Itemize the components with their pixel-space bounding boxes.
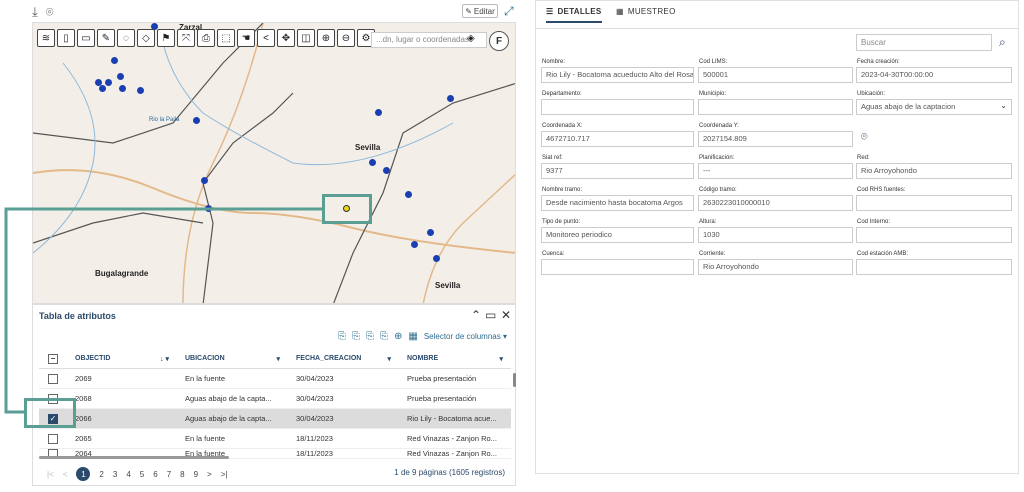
page-button[interactable]: 2 <box>99 470 103 479</box>
fullscreen-icon[interactable]: ⤢ <box>504 4 514 19</box>
erase-icon[interactable]: ◇ <box>137 29 155 47</box>
draw-icon[interactable]: ✎ <box>97 29 115 47</box>
collapse-icon[interactable]: ⌃ <box>471 308 481 322</box>
prev-page-icon[interactable]: < <box>63 470 68 479</box>
cod-lims-field[interactable]: 500001 <box>698 67 853 83</box>
page-button[interactable]: 5 <box>140 470 144 479</box>
export-pdf-icon[interactable]: ⎘ <box>380 331 388 342</box>
ruler-icon[interactable]: ▭ <box>77 29 95 47</box>
route-icon[interactable]: ⤧ <box>177 29 195 47</box>
maximize-icon[interactable]: ▭ <box>485 308 496 322</box>
tab-bar: ☰ DETALLES ▦ MUESTREO <box>536 1 1018 29</box>
highlight-connector <box>4 207 322 414</box>
cuenca-field[interactable] <box>541 259 694 275</box>
red-field[interactable]: Rio Arroyohondo <box>856 163 1012 179</box>
departamento-field[interactable] <box>541 99 694 115</box>
station-marker[interactable] <box>375 109 382 116</box>
edit-button[interactable]: ✎ Editar <box>462 4 498 18</box>
vertical-scrollbar[interactable] <box>513 373 516 387</box>
planificacion-field[interactable]: --- <box>698 163 853 179</box>
nombre-tramo-field[interactable]: Desde nacimiento hasta bocatoma Argos <box>541 195 694 211</box>
close-icon[interactable]: ✕ <box>501 308 511 322</box>
details-search-input[interactable]: Buscar <box>856 34 992 51</box>
search-icon[interactable]: ⌕ <box>999 35 1006 50</box>
ubicacion-select[interactable]: Aguas abajo de la captacion ⌄ <box>856 99 1012 115</box>
table-row[interactable]: 2065 En la fuente 18/11/2023 Red Vinazas… <box>39 429 511 449</box>
tab-detalles[interactable]: ☰ DETALLES <box>546 7 602 23</box>
place-label: Sevilla <box>435 281 461 290</box>
tipo-punto-field[interactable]: Monitoreo periodico <box>541 227 694 243</box>
altura-field[interactable]: 1030 <box>698 227 853 243</box>
details-panel: ☰ DETALLES ▦ MUESTREO Buscar ⌕ Nombre: R… <box>535 0 1019 474</box>
page-button[interactable]: 4 <box>126 470 130 479</box>
page-info: 1 de 9 páginas (1605 registros) <box>394 468 505 477</box>
f-button[interactable]: F <box>489 31 509 51</box>
zoom-out-icon[interactable]: ⊖ <box>337 29 355 47</box>
corriente-field[interactable]: Rio Arroyohondo <box>698 259 853 275</box>
coordenada-y-field[interactable]: 2027154.809 <box>698 131 853 147</box>
eye-icon[interactable]: ◈ <box>467 33 475 44</box>
cod-estacion-amb-field[interactable] <box>856 259 1012 275</box>
page-button[interactable]: 7 <box>167 470 171 479</box>
legend-icon[interactable]: ▯ <box>57 29 75 47</box>
station-marker[interactable] <box>411 241 418 248</box>
page-button-active[interactable]: 1 <box>76 467 91 481</box>
export-csv-icon[interactable]: ⎘ <box>352 331 360 342</box>
location-pin-icon[interactable]: ⌾ <box>861 131 868 144</box>
place-label: Sevilla <box>355 143 381 152</box>
horizontal-scrollbar[interactable] <box>39 456 229 459</box>
page-button[interactable]: 8 <box>180 470 184 479</box>
fecha-creacion-field[interactable]: 2023-04-30T00:00:00 <box>856 67 1012 83</box>
page-button[interactable]: 6 <box>153 470 157 479</box>
move-icon[interactable]: ✥ <box>277 29 295 47</box>
back-icon[interactable]: < <box>257 29 275 47</box>
zoom-to-icon[interactable]: ⊕ <box>394 331 402 342</box>
station-marker[interactable] <box>433 255 440 262</box>
pencil-icon: ✎ <box>465 6 472 16</box>
export-xls-icon[interactable]: ⎘ <box>366 331 374 342</box>
station-marker[interactable] <box>369 159 376 166</box>
layers-icon[interactable]: ≋ <box>37 29 55 47</box>
map-toolbar: ≋ ▯ ▭ ✎ ◌ ◇ ⚑ ⤧ ⎙ ⬚ ☚ < ✥ ◫ ⊕ ⊖ ⚙ <box>37 29 375 47</box>
select-icon[interactable]: ⬚ <box>217 29 235 47</box>
nombre-field[interactable]: Rio Lily - Bocatoma acueducto Alto del R… <box>541 67 694 83</box>
table-icon: ▦ <box>616 7 624 16</box>
export-icon[interactable]: ⎘ <box>338 331 346 342</box>
comment-icon[interactable]: ◌ <box>117 29 135 47</box>
column-header[interactable]: NOMBRE ▾ <box>399 355 511 363</box>
page-button[interactable]: 9 <box>194 470 198 479</box>
coordenada-x-field[interactable]: 4672710.717 <box>541 131 694 147</box>
column-selector[interactable]: Selector de columnas ▾ <box>424 332 507 341</box>
pan-icon[interactable]: ☚ <box>237 29 255 47</box>
split-view-icon[interactable]: ◫ <box>297 29 315 47</box>
print-icon[interactable]: ⎙ <box>197 29 215 47</box>
next-page-icon[interactable]: > <box>207 470 212 479</box>
row-checkbox[interactable] <box>48 433 58 444</box>
cod-rhs-fuentes-field[interactable] <box>856 195 1012 211</box>
station-marker[interactable] <box>427 229 434 236</box>
codigo-tramo-field[interactable]: 2630223010000010 <box>698 195 853 211</box>
station-marker[interactable] <box>405 191 412 198</box>
station-marker[interactable] <box>383 167 390 174</box>
list-icon: ☰ <box>546 7 554 16</box>
siat-ref-field[interactable]: 9377 <box>541 163 694 179</box>
zoom-in-icon[interactable]: ⊕ <box>317 29 335 47</box>
tab-muestreo[interactable]: ▦ MUESTREO <box>616 7 676 16</box>
cod-interno-field[interactable] <box>856 227 1012 243</box>
columns-icon[interactable]: ▦ <box>408 331 417 342</box>
flag-icon[interactable]: ⚑ <box>157 29 175 47</box>
station-marker[interactable] <box>447 95 454 102</box>
last-page-icon[interactable]: >| <box>221 470 228 479</box>
first-page-icon[interactable]: |< <box>47 470 54 479</box>
page-button[interactable]: 3 <box>113 470 117 479</box>
pagination: |< < 1 2 3 4 5 6 7 8 9 > >| <box>47 467 227 481</box>
chevron-down-icon: ⌄ <box>1000 101 1007 110</box>
municipio-field[interactable] <box>698 99 853 115</box>
